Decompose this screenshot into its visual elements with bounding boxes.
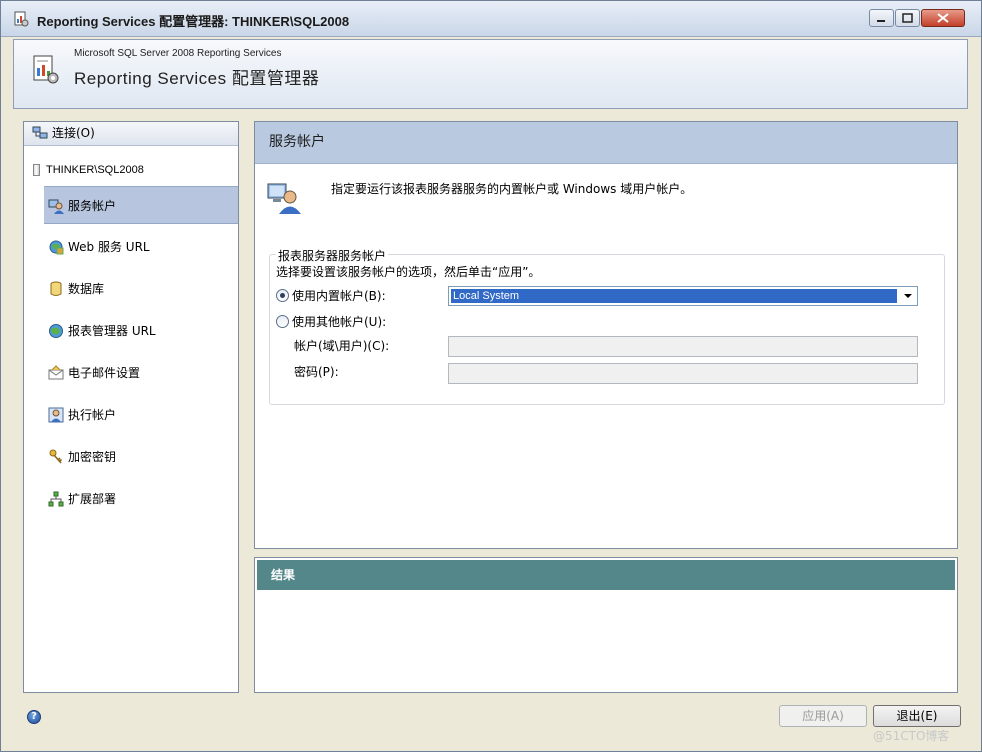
scale-out-icon	[48, 491, 64, 507]
service-account-panel: 服务帐户 指定要运行该报表服务器服务的内置帐户或 Windows 域用户帐户。 …	[254, 121, 958, 549]
nav-item-label: Web 服务 URL	[68, 240, 150, 254]
minimize-icon	[877, 20, 885, 22]
results-title: 结果	[257, 560, 955, 590]
product-title: Reporting Services 配置管理器	[74, 69, 320, 88]
database-icon	[50, 281, 62, 296]
nav-item-label: 加密密钥	[68, 450, 117, 464]
nav-item-scale-out[interactable]: 扩展部署	[44, 480, 238, 518]
restore-icon	[902, 13, 913, 23]
account-field-label: 帐户(域\用户)(C):	[294, 339, 390, 353]
nav-item-web-service-url[interactable]: Web 服务 URL	[44, 228, 238, 266]
web-service-icon	[49, 240, 64, 255]
connect-label: 连接(O)	[52, 126, 95, 140]
email-icon	[48, 365, 64, 380]
results-panel: 结果	[254, 557, 958, 693]
product-subtitle: Microsoft SQL Server 2008 Reporting Serv…	[74, 48, 282, 59]
other-account-radio[interactable]	[276, 315, 289, 328]
connect-icon	[32, 126, 48, 139]
nav-item-email-settings[interactable]: 电子邮件设置	[44, 354, 238, 392]
group-title: 报表服务器服务帐户	[276, 247, 389, 264]
page-title: 服务帐户	[255, 122, 957, 164]
close-icon	[937, 13, 949, 23]
nav-item-label: 执行帐户	[68, 408, 117, 422]
chevron-down-icon[interactable]	[899, 287, 917, 305]
exit-button[interactable]: 退出(E)	[873, 705, 961, 727]
builtin-account-radio[interactable]	[276, 289, 289, 302]
server-name: THINKER\SQL2008	[46, 164, 144, 176]
nav-item-label: 数据库	[68, 282, 105, 296]
title-bar[interactable]: Reporting Services 配置管理器: THINKER\SQL200…	[1, 1, 981, 37]
maximize-button[interactable]	[895, 9, 920, 27]
connect-button[interactable]: 连接(O)	[24, 122, 238, 146]
server-node: THINKER\SQL2008	[24, 162, 238, 180]
nav-item-label: 报表管理器 URL	[68, 324, 156, 338]
service-account-large-icon	[267, 183, 301, 214]
reporting-services-icon	[33, 55, 59, 84]
nav-item-service-account[interactable]: 服务帐户	[44, 186, 238, 224]
other-account-label: 使用其他帐户(U):	[292, 315, 387, 329]
nav-item-encryption-keys[interactable]: 加密密钥	[44, 438, 238, 476]
service-account-icon	[48, 199, 64, 214]
apply-button[interactable]: 应用(A)	[779, 705, 867, 727]
nav-item-label: 扩展部署	[68, 492, 117, 506]
app-window: Reporting Services 配置管理器: THINKER\SQL200…	[0, 0, 982, 752]
password-field-label: 密码(P):	[294, 365, 339, 379]
navigation-pane: 连接(O) THINKER\SQL2008 服务帐户 Web 服务 URL 数据…	[23, 121, 239, 693]
group-hint: 选择要设置该服务帐户的选项，然后单击“应用”。	[276, 265, 541, 279]
close-button[interactable]	[921, 9, 965, 27]
nav-item-database[interactable]: 数据库	[44, 270, 238, 308]
header-banner: Microsoft SQL Server 2008 Reporting Serv…	[13, 39, 968, 109]
window-title: Reporting Services 配置管理器: THINKER\SQL200…	[37, 14, 350, 29]
password-field[interactable]	[448, 363, 918, 384]
nav-item-report-manager-url[interactable]: 报表管理器 URL	[44, 312, 238, 350]
server-icon	[33, 164, 40, 176]
minimize-button[interactable]	[869, 9, 894, 27]
watermark: @51CTO博客	[873, 729, 950, 743]
execution-account-icon	[48, 407, 64, 423]
builtin-account-select[interactable]: Local System	[448, 286, 918, 306]
keys-icon	[49, 449, 63, 464]
report-config-icon	[14, 11, 29, 27]
globe-icon	[49, 324, 63, 338]
page-description: 指定要运行该报表服务器服务的内置帐户或 Windows 域用户帐户。	[331, 182, 693, 196]
help-icon[interactable]: ?	[27, 710, 41, 724]
account-field[interactable]	[448, 336, 918, 357]
nav-item-label: 电子邮件设置	[68, 366, 141, 380]
builtin-account-label: 使用内置帐户(B):	[292, 289, 386, 303]
nav-item-label: 服务帐户	[68, 199, 117, 213]
service-account-group: 报表服务器服务帐户 选择要设置该服务帐户的选项，然后单击“应用”。 使用内置帐户…	[269, 247, 945, 405]
builtin-account-value: Local System	[450, 288, 898, 304]
nav-item-execution-account[interactable]: 执行帐户	[44, 396, 238, 434]
